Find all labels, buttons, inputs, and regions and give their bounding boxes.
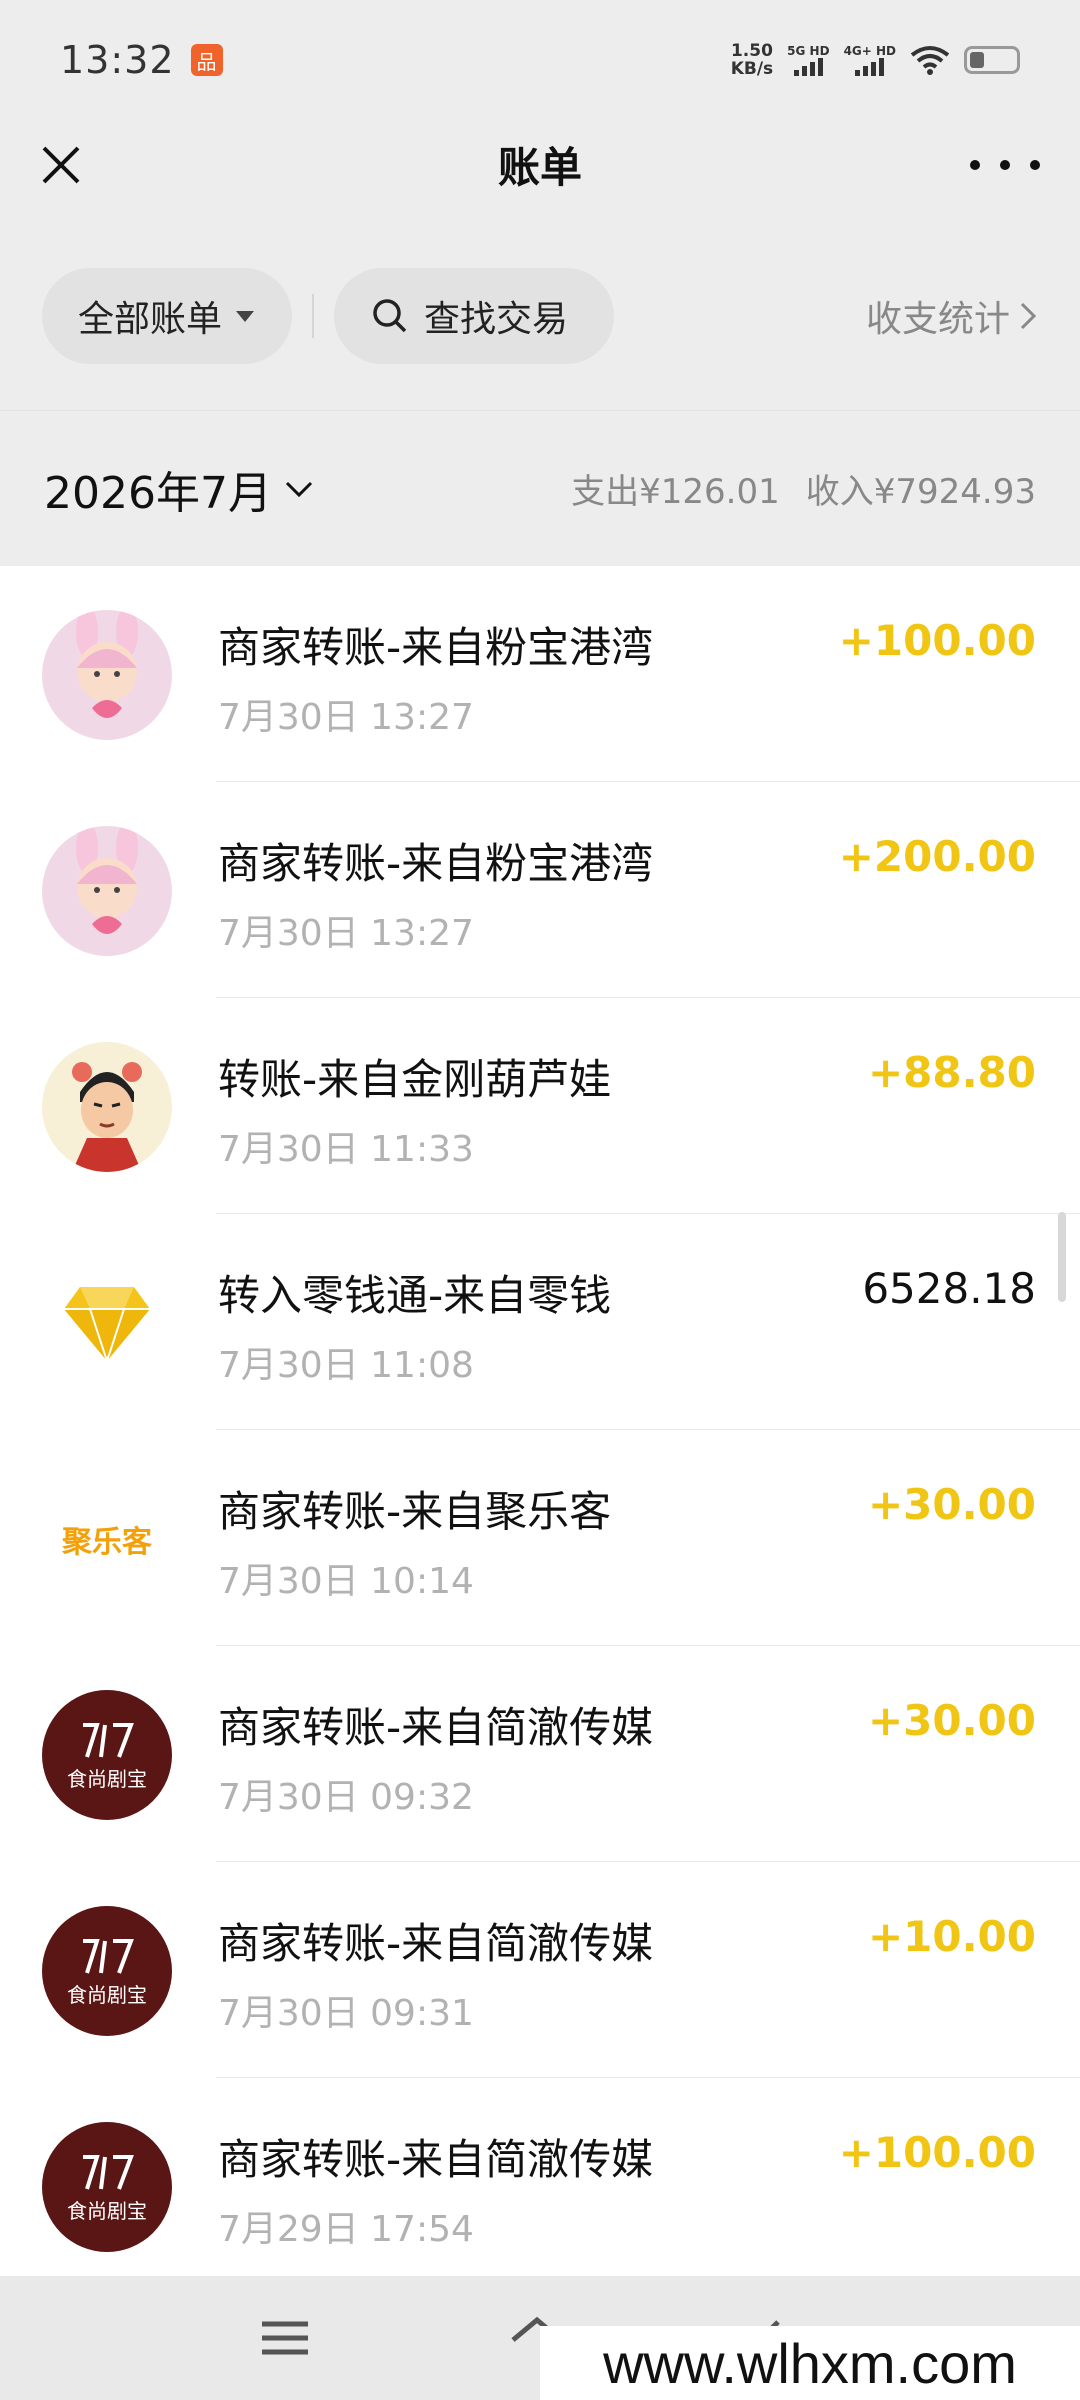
transaction-row[interactable]: 食尚剧宝 商家转账-来自简澈传媒 7月30日 09:31 +10.00 [0,1862,1080,2078]
dream-born-logo-text: 食尚剧宝 [67,2198,147,2223]
transaction-row[interactable]: 食尚剧宝 商家转账-来自简澈传媒 7月29日 17:54 +100.00 [0,2078,1080,2276]
sim2-label: 4G+ HD [843,44,896,58]
wifi-icon [910,46,950,75]
transaction-amount: +100.00 [838,616,1036,665]
search-icon [373,299,407,333]
menu-icon[interactable] [260,2318,310,2358]
transaction-row[interactable]: 转入零钱通-来自零钱 7月30日 11:08 6528.18 [0,1214,1080,1430]
network-speed: 1.50 KB/s [731,42,773,78]
dream-born-logo: 食尚剧宝 [42,2122,172,2252]
transaction-amount: 6528.18 [862,1264,1036,1313]
transaction-date: 7月30日 10:14 [218,1561,474,1602]
watermark-text: www.wlhxm.com [540,2326,1080,2400]
transaction-name: 商家转账-来自粉宝港湾 [218,623,654,672]
transaction-date: 7月30日 09:31 [218,1993,474,2034]
transaction-amount: +200.00 [838,832,1036,881]
status-time: 13:32 [60,38,175,82]
network-speed-unit: KB/s [730,59,774,79]
transaction-name: 商家转账-来自聚乐客 [218,1487,612,1536]
transaction-amount: +10.00 [867,1912,1036,1961]
filter-row: 全部账单 查找交易 收支统计 [0,266,1080,366]
chevron-right-icon [1020,302,1037,330]
dream-born-logo-text: 食尚剧宝 [67,1766,147,1791]
transaction-date: 7月30日 11:33 [218,1129,474,1170]
filter-divider [312,294,314,338]
transaction-amount: +30.00 [867,1480,1036,1529]
bill-page: 13:32 品 1.50 KB/s 5G HD 4G+ HD 账单 全部账单 查… [0,0,1080,2400]
month-totals: 支出¥126.01 收入¥7924.93 [571,464,1036,513]
transaction-name: 商家转账-来自简澈传媒 [218,2135,654,2184]
search-label: 查找交易 [424,299,569,340]
transaction-date: 7月29日 17:54 [218,2209,474,2250]
status-indicators: 1.50 KB/s 5G HD 4G+ HD [731,42,1020,78]
transaction-list: 商家转账-来自粉宝港湾 7月30日 13:27 +100.00 商家转账-来自粉… [0,566,1080,2276]
page-title: 账单 [497,142,582,192]
transaction-name: 转入零钱通-来自零钱 [218,1271,612,1320]
all-bills-label: 全部账单 [78,299,223,340]
app-notification-icon: 品 [190,44,223,76]
transaction-date: 7月30日 13:27 [218,913,474,954]
all-bills-dropdown[interactable]: 全部账单 [42,268,292,364]
diamond-icon [42,1258,172,1388]
transaction-amount: +30.00 [867,1696,1036,1745]
transaction-name: 商家转账-来自简澈传媒 [218,1919,654,1968]
transaction-date: 7月30日 13:27 [218,697,474,738]
month-label: 2026年7月 [44,467,272,519]
search-transactions-button[interactable]: 查找交易 [334,268,614,364]
dropdown-caret-icon [236,310,255,322]
transaction-amount: +88.80 [867,1048,1036,1097]
close-icon[interactable] [36,140,86,190]
dream-born-logo: 食尚剧宝 [42,1690,172,1820]
sim1-label: 5G HD [787,44,830,58]
transaction-row[interactable]: 商家转账-来自粉宝港湾 7月30日 13:27 +200.00 [0,782,1080,998]
network-speed-value: 1.50 [730,41,773,61]
chevron-down-icon [285,481,313,497]
status-bar: 13:32 品 1.50 KB/s 5G HD 4G+ HD [0,0,1080,120]
battery-icon [964,46,1020,74]
transaction-amount: +100.00 [838,2128,1036,2177]
calabash-boy-avatar [42,1042,172,1172]
income-expense-stats-link[interactable]: 收支统计 [866,290,1038,342]
more-icon[interactable] [970,140,1040,190]
scrollbar-thumb[interactable] [1058,1212,1066,1302]
expense-total: 支出¥126.01 [571,472,780,512]
dream-born-logo: 食尚剧宝 [42,1906,172,2036]
transaction-name: 转账-来自金刚葫芦娃 [218,1055,612,1104]
stats-label: 收支统计 [865,299,1010,340]
month-selector[interactable]: 2026年7月 [44,457,314,521]
income-total: 收入¥7924.93 [805,472,1036,512]
transaction-date: 7月30日 09:32 [218,1777,474,1818]
transaction-date: 7月30日 11:08 [218,1345,474,1386]
pink-bunny-avatar [42,610,172,740]
transaction-row[interactable]: 商家转账-来自粉宝港湾 7月30日 13:27 +100.00 [0,566,1080,782]
dream-born-logo-text: 食尚剧宝 [67,1982,147,2007]
sim2-signal-icon: 4G+ HD [844,44,896,76]
julek-logo-text: 聚乐客 [62,1525,152,1560]
julek-logo: 聚乐客 [42,1474,172,1604]
title-bar: 账单 [0,120,1080,208]
transaction-row[interactable]: 转账-来自金刚葫芦娃 7月30日 11:33 +88.80 [0,998,1080,1214]
transaction-row[interactable]: 食尚剧宝 商家转账-来自简澈传媒 7月30日 09:32 +30.00 [0,1646,1080,1862]
transaction-name: 商家转账-来自简澈传媒 [218,1703,654,1752]
pink-bunny-avatar [42,826,172,956]
transaction-name: 商家转账-来自粉宝港湾 [218,839,654,888]
month-summary-bar: 2026年7月 支出¥126.01 收入¥7924.93 [0,410,1080,566]
sim1-signal-icon: 5G HD [787,44,830,76]
transaction-row[interactable]: 聚乐客 商家转账-来自聚乐客 7月30日 10:14 +30.00 [0,1430,1080,1646]
